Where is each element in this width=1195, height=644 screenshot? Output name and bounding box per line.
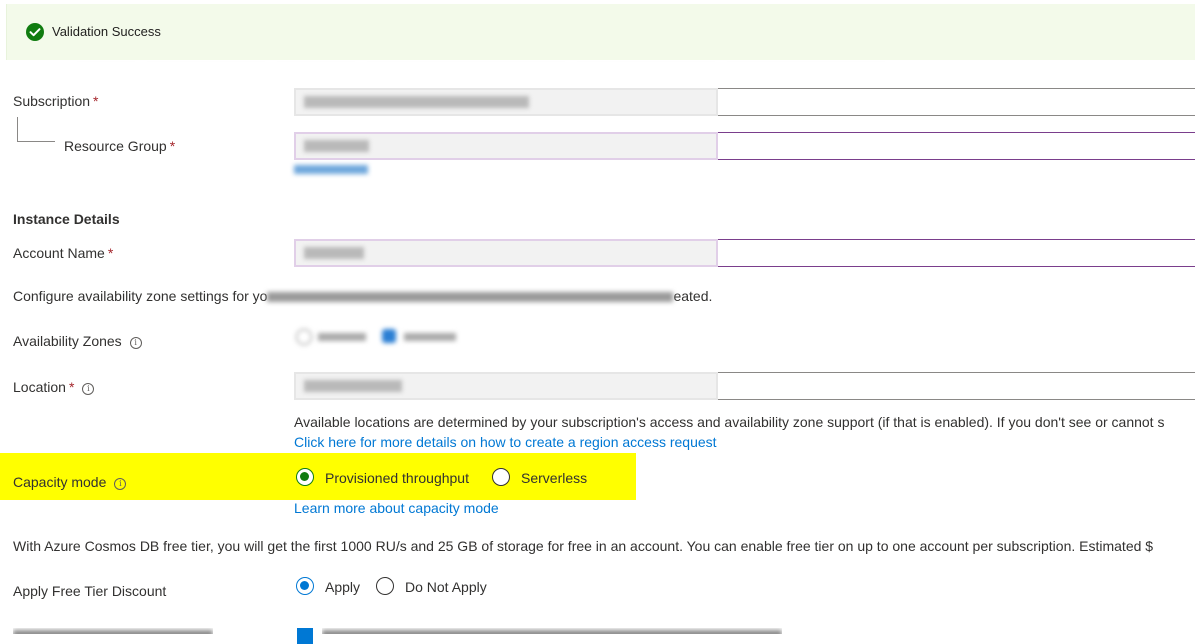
do-not-apply-radio[interactable] bbox=[376, 577, 394, 595]
info-icon[interactable]: i bbox=[129, 337, 142, 349]
success-check-icon bbox=[26, 23, 44, 41]
clipped-row-label bbox=[13, 628, 213, 634]
resource-group-label: Resource Group * bbox=[64, 138, 176, 154]
serverless-radio[interactable] bbox=[492, 468, 510, 486]
clipped-row-text bbox=[322, 628, 782, 634]
do-not-apply-label[interactable]: Do Not Apply bbox=[405, 579, 487, 595]
free-tier-description: With Azure Cosmos DB free tier, you will… bbox=[13, 538, 1154, 554]
provisioned-throughput-radio[interactable] bbox=[296, 468, 314, 486]
clipped-description-text bbox=[6, 54, 906, 62]
availability-zones-label: Availability Zones i bbox=[13, 333, 142, 349]
free-tier-label: Apply Free Tier Discount bbox=[13, 583, 167, 599]
serverless-label[interactable]: Serverless bbox=[521, 470, 587, 486]
location-label: Location * i bbox=[13, 379, 95, 395]
create-new-link[interactable] bbox=[294, 165, 368, 174]
tree-connector bbox=[17, 117, 18, 141]
location-help-text: Available locations are determined by yo… bbox=[294, 414, 1165, 430]
info-icon[interactable]: i bbox=[114, 478, 127, 490]
account-name-label: Account Name * bbox=[13, 245, 114, 261]
validation-message: Validation Success bbox=[52, 24, 161, 39]
learn-more-capacity-link[interactable]: Learn more about capacity mode bbox=[294, 500, 499, 516]
clipped-row-checkbox[interactable] bbox=[297, 628, 313, 644]
availability-zone-description: Configure availability zone settings for… bbox=[13, 288, 713, 304]
provisioned-throughput-label[interactable]: Provisioned throughput bbox=[325, 470, 469, 486]
instance-details-heading: Instance Details bbox=[13, 211, 120, 227]
apply-radio[interactable] bbox=[296, 577, 314, 595]
availability-zones-radio-group[interactable] bbox=[296, 328, 464, 346]
apply-label[interactable]: Apply bbox=[325, 579, 360, 595]
subscription-label: Subscription * bbox=[13, 93, 99, 109]
capacity-mode-label: Capacity mode i bbox=[13, 474, 127, 490]
region-access-request-link[interactable]: Click here for more details on how to cr… bbox=[294, 434, 717, 450]
info-icon[interactable]: i bbox=[82, 383, 95, 395]
blurred-text bbox=[267, 292, 674, 303]
validation-banner: Validation Success bbox=[6, 4, 1195, 60]
tree-connector-horizontal bbox=[17, 141, 55, 142]
